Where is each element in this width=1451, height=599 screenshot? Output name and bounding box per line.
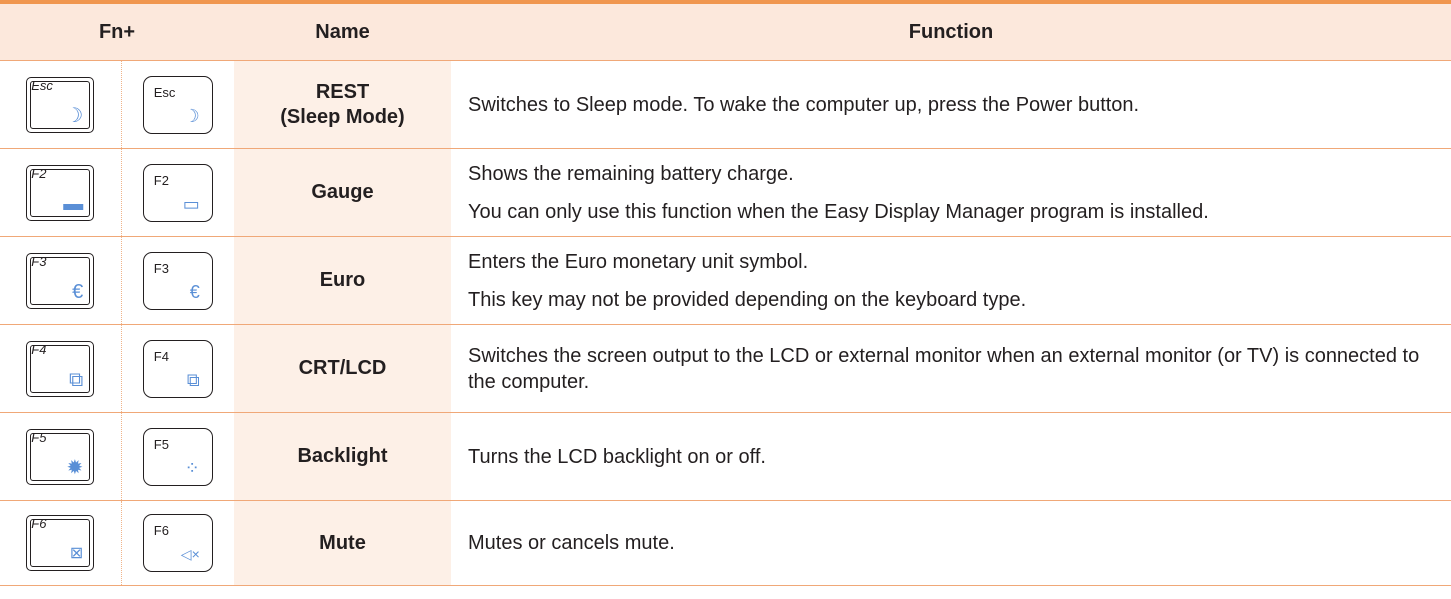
fn-key-cell-alt: F3 € bbox=[121, 236, 234, 325]
key-label: F5 bbox=[31, 429, 47, 445]
fn-key-cell: F2 ▬ bbox=[0, 148, 122, 237]
key-label: F4 bbox=[153, 348, 169, 364]
backlight-icon: ⁘ bbox=[184, 457, 200, 478]
header-function: Function bbox=[451, 4, 1451, 61]
monitor-switch-icon: ⧉ bbox=[68, 368, 84, 391]
key-label: F2 bbox=[31, 165, 47, 181]
moon-icon: ☽ bbox=[65, 104, 84, 127]
key-name-cell: Euro bbox=[234, 236, 451, 325]
table-row: F6 ⊠ F6 ◁× Mute Mutes or cancels mute. bbox=[0, 500, 1451, 586]
function-text: Switches the screen output to the LCD or… bbox=[468, 344, 1420, 393]
function-text: You can only use this function when the … bbox=[468, 200, 1209, 223]
key-name: Backlight bbox=[297, 445, 388, 467]
key-name-cell: Backlight bbox=[234, 412, 451, 501]
header-name: Name bbox=[234, 4, 451, 61]
table-row: Esc ☽ Esc ☽ REST (Sleep Mode) Switches to Slee… bbox=[0, 60, 1451, 149]
key-function-cell: Mutes or cancels mute. bbox=[451, 500, 1451, 586]
function-text: Turns the LCD backlight on or off. bbox=[468, 445, 766, 468]
table-row: F2 ▬ F2 ▭ Gauge Shows the remaining battery c… bbox=[0, 148, 1451, 237]
moon-icon: ☽ bbox=[183, 105, 200, 126]
fn-key-graphic-alt: F3 € bbox=[142, 251, 213, 310]
key-label: Esc bbox=[153, 84, 176, 100]
key-label: Esc bbox=[31, 77, 53, 93]
key-function-cell: Switches the screen output to the LCD or… bbox=[451, 324, 1451, 413]
key-name: Gauge bbox=[311, 181, 374, 203]
fn-key-cell: F5 ✹ bbox=[0, 412, 122, 501]
function-text: Enters the Euro monetary unit symbol. bbox=[468, 250, 809, 273]
fn-key-graphic: F5 ✹ bbox=[26, 428, 95, 485]
fn-key-graphic-alt: F4 ⧉ bbox=[142, 339, 213, 398]
fn-key-table: Fn+ Name Function Esc ☽ Esc ☽ REST (Sleep Mod… bbox=[0, 4, 1451, 586]
key-name: Euro bbox=[319, 269, 366, 291]
table-row: F5 ✹ F5 ⁘ Backlight Turns the LCD backlight o… bbox=[0, 412, 1451, 501]
fn-key-graphic-alt: F6 ◁× bbox=[142, 514, 213, 572]
key-label: F3 bbox=[31, 253, 47, 269]
key-function-cell: Enters the Euro monetary unit symbol. Thi… bbox=[451, 236, 1451, 325]
function-text: Switches to Sleep mode. To wake the comp… bbox=[468, 93, 1140, 116]
key-label: F6 bbox=[153, 523, 169, 538]
key-name: CRT/LCD bbox=[298, 357, 387, 379]
fn-key-cell: Esc ☽ bbox=[0, 60, 122, 149]
backlight-icon: ✹ bbox=[66, 456, 84, 479]
key-label: F3 bbox=[153, 260, 169, 276]
table-row: F3 € F3 € Euro Enters the Euro monetary unit … bbox=[0, 236, 1451, 325]
fn-key-cell-alt: F5 ⁘ bbox=[121, 412, 234, 501]
key-name-cell: CRT/LCD bbox=[234, 324, 451, 413]
key-name-cell: Gauge bbox=[234, 148, 451, 237]
fn-key-graphic: F2 ▬ bbox=[26, 164, 95, 221]
fn-key-graphic-alt: F5 ⁘ bbox=[142, 427, 213, 486]
key-label: F4 bbox=[31, 341, 47, 357]
fn-key-cell: F4 ⧉ bbox=[0, 324, 122, 413]
key-name: Mute bbox=[319, 531, 366, 554]
function-text: Shows the remaining battery charge. bbox=[468, 162, 794, 185]
key-function-cell: Switches to Sleep mode. To wake the comp… bbox=[451, 60, 1451, 149]
fn-key-cell-alt: Esc ☽ bbox=[121, 60, 234, 149]
fn-key-graphic: F4 ⧉ bbox=[26, 340, 95, 397]
function-text: This key may not be provided depending o… bbox=[468, 288, 1027, 311]
fn-key-graphic-alt: Esc ☽ bbox=[142, 75, 213, 134]
key-label: F6 bbox=[31, 516, 47, 531]
battery-icon: ▬ bbox=[63, 192, 84, 215]
key-function-cell: Turns the LCD backlight on or off. bbox=[451, 412, 1451, 501]
euro-icon: € bbox=[189, 281, 200, 302]
fn-key-cell-alt: F2 ▭ bbox=[121, 148, 234, 237]
fn-key-cell-alt: F6 ◁× bbox=[121, 500, 234, 586]
fn-key-graphic-alt: F2 ▭ bbox=[142, 163, 213, 222]
mute-icon: ◁× bbox=[180, 546, 200, 562]
fn-key-cell-alt: F4 ⧉ bbox=[121, 324, 234, 413]
fn-key-graphic: Esc ☽ bbox=[26, 76, 95, 133]
key-name: (Sleep Mode) bbox=[280, 105, 405, 128]
key-label: F2 bbox=[153, 172, 169, 188]
key-function-cell: Shows the remaining battery charge. You c… bbox=[451, 148, 1451, 237]
fn-key-graphic: F3 € bbox=[26, 252, 95, 309]
header-fn: Fn+ bbox=[0, 4, 234, 61]
key-name-cell: REST (Sleep Mode) bbox=[234, 60, 451, 149]
header-row: Fn+ Name Function bbox=[0, 4, 1451, 61]
fn-key-cell: F3 € bbox=[0, 236, 122, 325]
function-text: Mutes or cancels mute. bbox=[468, 532, 675, 554]
key-name: REST bbox=[315, 80, 370, 103]
mute-icon: ⊠ bbox=[69, 545, 84, 562]
battery-icon: ▭ bbox=[182, 193, 200, 214]
table-row: F4 ⧉ F4 ⧉ CRT/LCD Switches the screen output … bbox=[0, 324, 1451, 413]
fn-key-cell: F6 ⊠ bbox=[0, 500, 122, 586]
euro-icon: € bbox=[72, 280, 84, 303]
key-name-cell: Mute bbox=[234, 500, 451, 586]
monitor-switch-icon: ⧉ bbox=[186, 369, 200, 390]
key-label: F5 bbox=[153, 436, 169, 452]
fn-key-graphic: F6 ⊠ bbox=[26, 515, 95, 571]
